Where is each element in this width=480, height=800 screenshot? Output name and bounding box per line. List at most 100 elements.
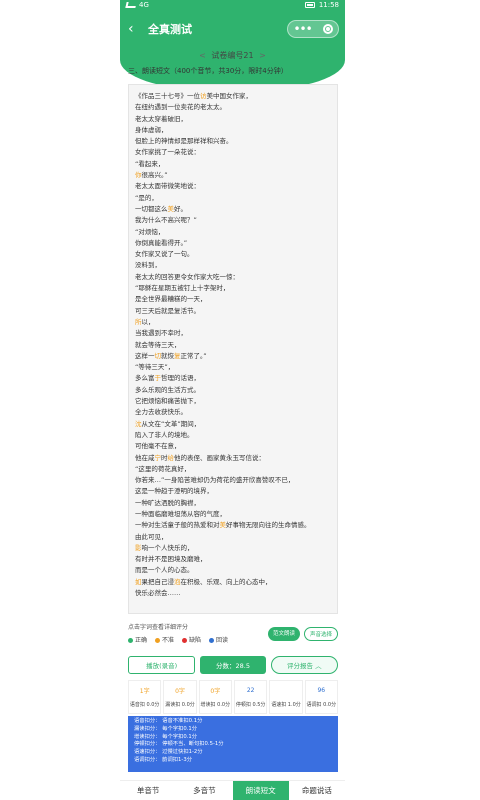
passage-text[interactable]: 《作品三十七号》一位 bbox=[135, 92, 200, 100]
passage-text[interactable]: 你若来…”一身陷苦难却仍为荷花的盛开欣喜赞叹不已， bbox=[135, 476, 294, 484]
passage-line[interactable]: 你若来…”一身陷苦难却仍为荷花的盛开欣喜赞叹不已， bbox=[135, 475, 331, 486]
passage-text[interactable]: 这样一 bbox=[135, 352, 155, 360]
passage-line[interactable]: 身体虚弱， bbox=[135, 125, 331, 136]
passage-text[interactable]: 多么富 bbox=[135, 374, 155, 382]
passage-line[interactable]: 老太太面带微笑地说： bbox=[135, 181, 331, 192]
passage-line[interactable]: 多么乐观的生活方式。 bbox=[135, 385, 331, 396]
passage-line[interactable]: 是全世界最糟糕的一天， bbox=[135, 294, 331, 305]
passage-text[interactable]: 老太太穿着破旧， bbox=[135, 115, 187, 123]
passage-text[interactable]: 很高兴。” bbox=[142, 171, 168, 179]
passage-line[interactable]: 但脸上的神情却是那样祥和兴奋。 bbox=[135, 136, 331, 147]
passage-line[interactable]: 由此可见， bbox=[135, 532, 331, 543]
passage-line[interactable]: 它把烦恼和痛苦抛下， bbox=[135, 396, 331, 407]
passage-text[interactable]: 由此可见， bbox=[135, 533, 168, 541]
passage-line[interactable]: 就会等待三天， bbox=[135, 340, 331, 351]
passage-text[interactable]: “耶稣在星期五被钉上十字架时， bbox=[135, 284, 229, 292]
passage-line[interactable]: 这样一切就恢复正常了。” bbox=[135, 351, 331, 362]
passage-text[interactable]: 老太太面带微笑地说： bbox=[135, 182, 200, 190]
passage-text[interactable]: 有时并不是困境及磨难， bbox=[135, 555, 207, 563]
passage-text[interactable]: 但脸上的神情却是那样祥和兴奋。 bbox=[135, 137, 233, 145]
passage-text[interactable]: 就恢 bbox=[161, 352, 174, 360]
passage-text[interactable]: “是的， bbox=[135, 194, 158, 202]
tab-0[interactable]: 单音节 bbox=[120, 781, 176, 800]
passage-line[interactable]: 当我遇到不幸时， bbox=[135, 328, 331, 339]
passage-line[interactable]: 《作品三十七号》一位访美中国女作家， bbox=[135, 91, 331, 102]
passage-line[interactable]: 多么富于哲理的话语， bbox=[135, 373, 331, 384]
passage-text[interactable]: 没料到， bbox=[135, 261, 161, 269]
passage-text[interactable]: 当我遇到不幸时， bbox=[135, 329, 187, 337]
passage-text[interactable]: 就会等待三天， bbox=[135, 341, 181, 349]
passage-text[interactable]: 一种面临磨难坦荡从容的气度， bbox=[135, 510, 226, 518]
passage-text[interactable]: 响一个人快乐的， bbox=[142, 544, 194, 552]
passage-text[interactable]: 快乐必然会…… bbox=[135, 589, 181, 597]
close-target-icon[interactable] bbox=[322, 24, 333, 34]
passage-line[interactable]: 可他毫不在意， bbox=[135, 441, 331, 452]
tab-2[interactable]: 朗读短文 bbox=[232, 781, 289, 800]
passage-line[interactable]: 一种面临磨难坦荡从容的气度， bbox=[135, 509, 331, 520]
passage-text[interactable]: 以， bbox=[142, 318, 155, 326]
passage-line[interactable]: 他在咸宁时给他的表侄、画家黄永玉写信说： bbox=[135, 453, 331, 464]
passage-text[interactable]: “这里的荷花真好， bbox=[135, 465, 190, 473]
passage-line[interactable]: 沈从文在“文革”期间， bbox=[135, 419, 331, 430]
passage-text[interactable]: 一切都这么 bbox=[135, 205, 168, 213]
passage-text[interactable]: 你倒真能看得开。” bbox=[135, 239, 187, 247]
passage-text[interactable]: 而是一个人的心态。 bbox=[135, 566, 194, 574]
passage-line[interactable]: 你很高兴。” bbox=[135, 170, 331, 181]
more-icon[interactable]: ••• bbox=[293, 23, 312, 35]
passage-text[interactable]: 女作家挑了一朵花说： bbox=[135, 148, 200, 156]
demo-reading-button[interactable]: 范文朗读 bbox=[267, 627, 300, 641]
passage-text[interactable]: 从文在“文革”期间， bbox=[142, 420, 201, 428]
passage-text[interactable]: 可他毫不在意， bbox=[135, 442, 181, 450]
passage-line[interactable]: 一种旷达洒脱的胸襟， bbox=[135, 498, 331, 509]
passage-line[interactable]: 一切都这么美好。 bbox=[135, 204, 331, 215]
passage-text[interactable]: 我为什么不高兴呢？” bbox=[135, 216, 197, 224]
passage-text[interactable]: 多么乐观的生活方式。 bbox=[135, 386, 200, 394]
passage-text[interactable]: 这是一种趋于澄明的境界， bbox=[135, 487, 213, 495]
passage-text[interactable]: 在纽约遇到一位卖花的老太太。 bbox=[135, 103, 226, 111]
passage-text[interactable]: “看起来， bbox=[135, 160, 164, 168]
prev-paper-button[interactable]: < bbox=[199, 51, 206, 60]
passage-line[interactable]: “是的， bbox=[135, 193, 331, 204]
passage-line[interactable]: “耶稣在星期五被钉上十字架时， bbox=[135, 283, 331, 294]
voice-select-button[interactable]: 声音选择 bbox=[303, 627, 338, 641]
passage-text[interactable]: 它把烦恼和痛苦抛下， bbox=[135, 397, 200, 405]
passage-line[interactable]: 快乐必然会…… bbox=[135, 588, 331, 599]
passage-text[interactable]: 陷入了非人的境地。 bbox=[135, 431, 194, 439]
passage-text[interactable]: 在积极、乐观、向上的心态中， bbox=[181, 578, 272, 586]
passage-line[interactable]: 老太太的回答更令女作家大吃一惊： bbox=[135, 272, 331, 283]
passage-text[interactable]: 可三天后就是复活节。 bbox=[135, 307, 200, 315]
passage-text[interactable]: 好事物无限向往的生命情感。 bbox=[226, 521, 311, 529]
passage-line[interactable]: 影响一个人快乐的， bbox=[135, 543, 331, 554]
passage-text[interactable]: “对烦恼， bbox=[135, 228, 164, 236]
passage-text[interactable]: 老太太的回答更令女作家大吃一惊： bbox=[135, 273, 239, 281]
passage-text[interactable]: 他的表侄、画家黄永玉写信说： bbox=[174, 454, 265, 462]
passage-line[interactable]: 女作家又说了一句。 bbox=[135, 249, 331, 260]
passage-line[interactable]: 我为什么不高兴呢？” bbox=[135, 215, 331, 226]
passage-text[interactable]: 美中国女作家， bbox=[207, 92, 253, 100]
passage-line[interactable]: 这是一种趋于澄明的境界， bbox=[135, 486, 331, 497]
back-icon[interactable]: ‹ bbox=[128, 22, 140, 36]
passage-text[interactable]: 好。 bbox=[174, 205, 187, 213]
passage-text[interactable]: 他在咸 bbox=[135, 454, 155, 462]
play-recording-button[interactable]: 播放(录音) bbox=[128, 656, 196, 674]
passage-line[interactable]: 如果把自己浸泡在积极、乐观、向上的心态中， bbox=[135, 577, 331, 588]
passage-line[interactable]: 你倒真能看得开。” bbox=[135, 238, 331, 249]
passage-text[interactable]: 是全世界最糟糕的一天， bbox=[135, 295, 207, 303]
next-paper-button[interactable]: > bbox=[259, 51, 266, 60]
passage-line[interactable]: 女作家挑了一朵花说： bbox=[135, 147, 331, 158]
passage-line[interactable]: “这里的荷花真好， bbox=[135, 464, 331, 475]
passage-text[interactable]: 果把自己浸 bbox=[142, 578, 175, 586]
passage-text[interactable]: 全力去收获快乐。 bbox=[135, 408, 187, 416]
passage-line[interactable]: 没料到， bbox=[135, 260, 331, 271]
passage-text[interactable]: 正常了。” bbox=[181, 352, 207, 360]
passage-line[interactable]: 在纽约遇到一位卖花的老太太。 bbox=[135, 102, 331, 113]
tab-1[interactable]: 多音节 bbox=[176, 781, 232, 800]
passage-line[interactable]: 老太太穿着破旧， bbox=[135, 114, 331, 125]
passage-text[interactable]: 女作家又说了一句。 bbox=[135, 250, 194, 258]
passage-text[interactable]: “等待三天”， bbox=[135, 363, 174, 371]
tab-3[interactable]: 命题说话 bbox=[289, 781, 345, 800]
passage-line[interactable]: “对烦恼， bbox=[135, 227, 331, 238]
passage-line[interactable]: “等待三天”， bbox=[135, 362, 331, 373]
passage-line[interactable]: 可三天后就是复活节。 bbox=[135, 306, 331, 317]
passage-text[interactable]: 一种旷达洒脱的胸襟， bbox=[135, 499, 200, 507]
